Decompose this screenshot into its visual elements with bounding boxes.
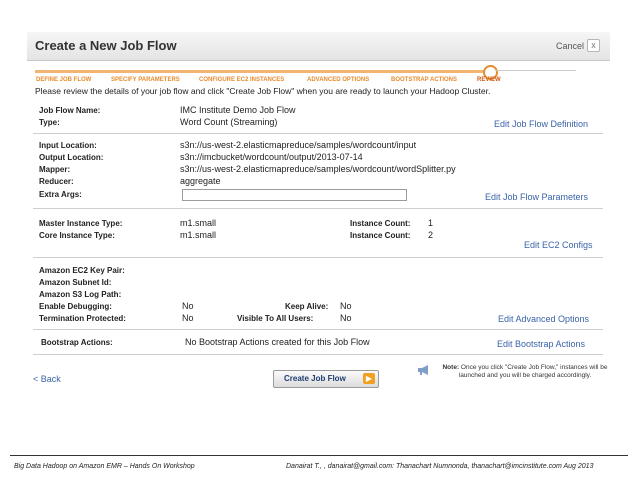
section-divider	[33, 257, 603, 258]
input-location-label: Input Location:	[39, 141, 97, 150]
input-location-value: s3n://us-west-2.elasticmapreduce/samples…	[180, 140, 417, 150]
keep-alive-value: No	[340, 301, 352, 311]
core-instance-type-label: Core Instance Type:	[39, 231, 115, 240]
create-job-flow-label: Create Job Flow	[284, 374, 346, 383]
footer-divider	[10, 455, 628, 456]
mapper-value: s3n://us-west-2.elasticmapreduce/samples…	[180, 164, 456, 174]
ec2-key-pair-label: Amazon EC2 Key Pair:	[39, 266, 125, 275]
step-specify-parameters[interactable]: SPECIFY PARAMETERS	[111, 77, 180, 83]
megaphone-icon	[418, 365, 428, 375]
master-instance-count-label: Instance Count:	[350, 219, 411, 228]
close-icon[interactable]: x	[587, 39, 600, 52]
step-define-job-flow[interactable]: DEFINE JOB FLOW	[36, 77, 91, 83]
section-divider	[33, 354, 603, 355]
note-bold-label: Note:	[442, 364, 460, 371]
step-review: REVIEW	[477, 77, 501, 83]
edit-advanced-options-link[interactable]: Edit Advanced Options	[498, 314, 589, 324]
dialog-titlebar: Create a New Job Flow Cancel x	[27, 32, 610, 61]
step-configure-ec2-instances[interactable]: CONFIGURE EC2 INSTANCES	[199, 77, 284, 83]
master-instance-count-value: 1	[428, 218, 434, 228]
dialog-title: Create a New Job Flow	[35, 38, 177, 53]
cancel-link[interactable]: Cancel	[556, 41, 584, 51]
s3-log-path-label: Amazon S3 Log Path:	[39, 290, 122, 299]
subnet-id-label: Amazon Subnet Id:	[39, 278, 112, 287]
wizard-progress-remainder	[496, 70, 576, 71]
output-location-label: Output Location:	[39, 153, 104, 162]
core-instance-count-value: 2	[428, 230, 434, 240]
master-instance-type-value: m1.small	[180, 218, 217, 228]
job-flow-type-value: Word Count (Streaming)	[180, 117, 278, 127]
mapper-label: Mapper:	[39, 165, 71, 174]
section-divider	[33, 329, 603, 330]
review-instructions: Please review the details of your job fl…	[35, 86, 491, 96]
footer-workshop-title: Big Data Hadoop on Amazon EMR – Hands On…	[14, 463, 195, 470]
job-flow-type-label: Type:	[39, 118, 60, 127]
create-job-flow-button[interactable]: Create Job Flow ▶	[273, 370, 379, 388]
job-flow-name-label: Job Flow Name:	[39, 106, 101, 115]
wizard-progress-track	[35, 70, 487, 73]
core-instance-count-label: Instance Count:	[350, 231, 411, 240]
master-instance-type-label: Master Instance Type:	[39, 219, 123, 228]
extra-args-label: Extra Args:	[39, 190, 82, 199]
edit-job-flow-definition-link[interactable]: Edit Job Flow Definition	[494, 119, 588, 129]
note-text: Once you click "Create Job Flow," instan…	[458, 364, 608, 379]
reducer-value: aggregate	[180, 176, 221, 186]
job-flow-name-value: IMC Institute Demo Job Flow	[180, 105, 296, 115]
extra-args-input[interactable]	[182, 189, 407, 201]
footer-authors: Danairat T., , danairat@gmail.com: Thana…	[286, 463, 594, 470]
section-divider	[33, 208, 603, 209]
section-divider	[33, 133, 603, 134]
back-link[interactable]: < Back	[33, 374, 61, 384]
termination-protected-value: No	[182, 313, 194, 323]
keep-alive-label: Keep Alive:	[285, 302, 329, 311]
charges-note: Note: Once you click "Create Job Flow," …	[440, 364, 610, 380]
edit-job-flow-parameters-link[interactable]: Edit Job Flow Parameters	[485, 192, 588, 202]
termination-protected-label: Termination Protected:	[39, 314, 126, 323]
step-advanced-options[interactable]: ADVANCED OPTIONS	[307, 77, 369, 83]
enable-debugging-label: Enable Debugging:	[39, 302, 112, 311]
visible-to-all-users-value: No	[340, 313, 352, 323]
bootstrap-actions-label: Bootstrap Actions:	[41, 338, 113, 347]
edit-bootstrap-actions-link[interactable]: Edit Bootstrap Actions	[497, 339, 585, 349]
visible-to-all-users-label: Visible To All Users:	[237, 314, 314, 323]
core-instance-type-value: m1.small	[180, 230, 217, 240]
bootstrap-actions-value: No Bootstrap Actions created for this Jo…	[185, 337, 370, 347]
step-bootstrap-actions[interactable]: BOOTSTRAP ACTIONS	[391, 77, 457, 83]
edit-ec2-configs-link[interactable]: Edit EC2 Configs	[524, 240, 593, 250]
play-arrow-icon: ▶	[363, 373, 375, 384]
create-job-flow-dialog: Create a New Job Flow Cancel x DEFINE JO…	[27, 32, 610, 405]
reducer-label: Reducer:	[39, 177, 74, 186]
enable-debugging-value: No	[182, 301, 194, 311]
output-location-value: s3n://imcbucket/wordcount/output/2013-07…	[180, 152, 363, 162]
